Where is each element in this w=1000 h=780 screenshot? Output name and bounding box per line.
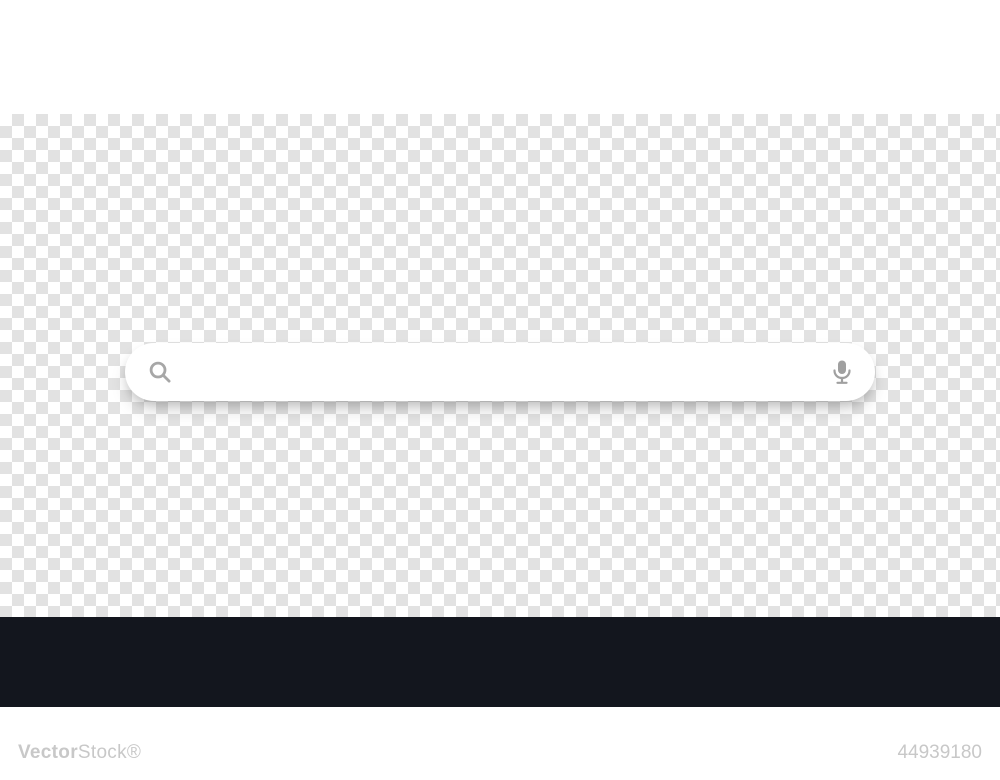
search-icon[interactable] bbox=[147, 359, 187, 385]
watermark-image-id: 44939180 bbox=[897, 742, 982, 764]
watermark-brand-suffix: ® bbox=[127, 742, 141, 763]
watermark-brand-bold: Vector bbox=[18, 742, 78, 763]
search-bar[interactable] bbox=[125, 343, 875, 401]
watermark-brand: VectorStock® bbox=[18, 742, 141, 764]
microphone-icon[interactable] bbox=[817, 359, 853, 385]
watermark-brand-light: Stock bbox=[78, 742, 127, 763]
dark-bottom-strip bbox=[0, 617, 1000, 707]
white-margin-top bbox=[0, 0, 1000, 114]
search-input[interactable] bbox=[187, 362, 817, 383]
white-margin-bottom bbox=[0, 707, 1000, 780]
